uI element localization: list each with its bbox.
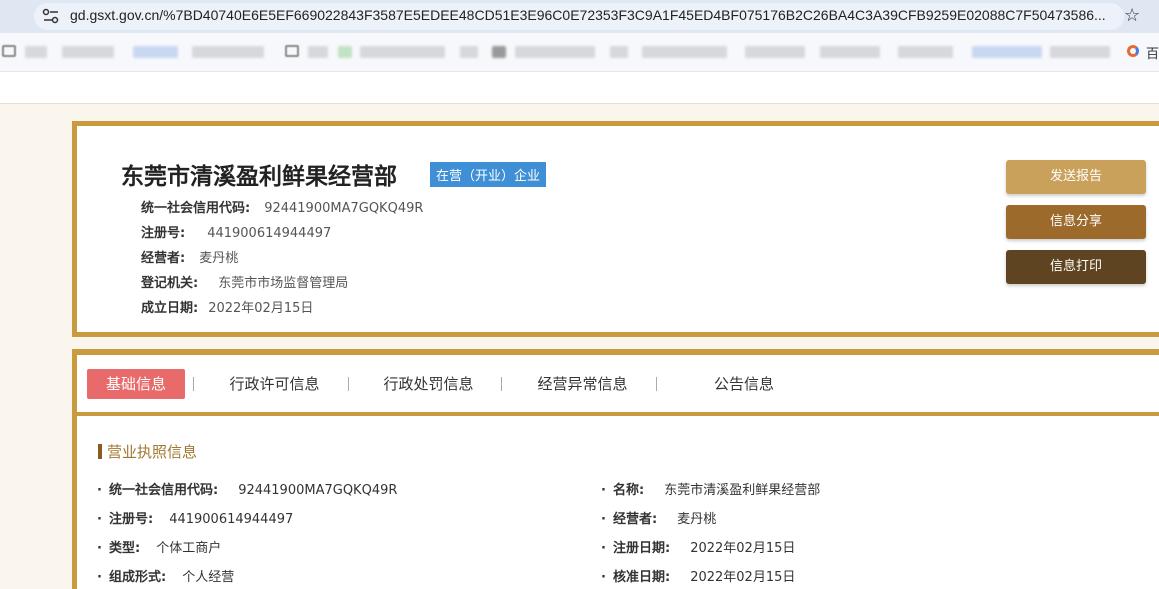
field-value: 麦丹桃	[199, 251, 239, 266]
bookmark-item[interactable]	[460, 46, 478, 58]
field-label: 注册号:	[141, 226, 186, 241]
field-value: 441900614944497	[207, 226, 332, 241]
header-credit-code: 统一社会信用代码: 92441900MA7GQKQ49R	[141, 197, 423, 216]
field-label: 统一社会信用代码:	[141, 201, 251, 216]
bookmark-item[interactable]	[515, 46, 595, 58]
tab-divider	[501, 377, 502, 391]
field-value: 92441900MA7GQKQ49R	[264, 201, 424, 216]
field-label: 类型:	[109, 541, 141, 556]
bookmark-item[interactable]	[62, 46, 114, 58]
bookmark-item[interactable]	[308, 46, 328, 58]
bookmark-right-label[interactable]: 百	[1146, 43, 1159, 62]
tab-divider	[348, 377, 349, 391]
print-info-button[interactable]: 信息打印	[1006, 250, 1146, 284]
bullet-icon: ·	[601, 512, 606, 527]
section-title-text: 营业执照信息	[107, 443, 198, 461]
folder-icon[interactable]	[2, 45, 16, 57]
bookmark-item[interactable]	[360, 46, 445, 58]
bookmark-item[interactable]	[25, 46, 47, 58]
detail-organization-form: · 组成形式: 个人经营	[97, 566, 234, 585]
field-label: 经营者:	[141, 251, 186, 266]
tab-announcement[interactable]: 公告信息	[699, 369, 789, 399]
bookmark-item[interactable]	[820, 46, 880, 58]
field-value: 东莞市市场监督管理局	[218, 276, 349, 291]
field-label: 核准日期:	[613, 570, 671, 585]
field-label: 名称:	[613, 483, 645, 498]
bullet-icon: ·	[97, 512, 102, 527]
field-label: 组成形式:	[109, 570, 167, 585]
detail-card: 基础信息 行政许可信息 行政处罚信息 经营异常信息 公告信息 营业执照信息 · 统…	[72, 349, 1159, 589]
field-label: 登记机关:	[141, 276, 199, 291]
status-badge: 在营（开业）企业	[430, 162, 547, 187]
detail-reg-date: · 注册日期: 2022年02月15日	[601, 537, 795, 556]
field-label: 注册号:	[109, 512, 154, 527]
bullet-icon: ·	[601, 483, 606, 498]
field-value: 92441900MA7GQKQ49R	[238, 483, 398, 498]
detail-credit-code: · 统一社会信用代码: 92441900MA7GQKQ49R	[97, 479, 397, 498]
browser-toolbar: gd.gsxt.gov.cn/%7BD40740E6E5EF669022843F…	[0, 0, 1159, 33]
folder-icon[interactable]	[285, 45, 299, 57]
tab-admin-license[interactable]: 行政许可信息	[217, 369, 332, 399]
site-top-strip	[0, 72, 1159, 104]
field-value: 2022年02月15日	[208, 301, 314, 316]
tab-abnormal-operation[interactable]: 经营异常信息	[525, 369, 640, 399]
send-report-button[interactable]: 发送报告	[1006, 160, 1146, 194]
bullet-icon: ·	[97, 570, 102, 585]
field-label: 统一社会信用代码:	[109, 483, 219, 498]
bookmark-item[interactable]	[745, 46, 805, 58]
header-authority: 登记机关: 东莞市市场监督管理局	[141, 272, 348, 291]
detail-name: · 名称: 东莞市清溪盈利鲜果经营部	[601, 479, 820, 498]
bookmark-star-icon[interactable]: ☆	[1124, 5, 1140, 26]
header-operator: 经营者: 麦丹桃	[141, 247, 238, 266]
field-label: 成立日期:	[141, 301, 199, 316]
tab-basic-info[interactable]: 基础信息	[87, 369, 185, 399]
field-value: 个人经营	[182, 570, 235, 585]
site-settings-icon[interactable]	[42, 8, 60, 24]
tab-divider	[193, 377, 194, 391]
bookmark-item[interactable]	[192, 46, 264, 58]
field-value: 麦丹桃	[677, 512, 717, 527]
field-value: 2022年02月15日	[690, 541, 796, 556]
bookmark-item[interactable]	[610, 46, 628, 58]
detail-type: · 类型: 个体工商户	[97, 537, 221, 556]
company-header-card: 东莞市清溪盈利鲜果经营部 在营（开业）企业 统一社会信用代码: 92441900M…	[72, 121, 1159, 337]
field-value: 东莞市清溪盈利鲜果经营部	[664, 483, 821, 498]
section-title: 营业执照信息	[98, 441, 197, 462]
section-marker	[98, 444, 102, 459]
field-value: 个体工商户	[156, 541, 222, 556]
detail-reg-number: · 注册号: 441900614944497	[97, 508, 293, 527]
field-label: 注册日期:	[613, 541, 671, 556]
field-label: 经营者:	[613, 512, 658, 527]
tab-admin-penalty[interactable]: 行政处罚信息	[371, 369, 486, 399]
tab-divider	[656, 377, 657, 391]
bullet-icon: ·	[601, 570, 606, 585]
header-reg-number: 注册号: 441900614944497	[141, 222, 331, 241]
field-value: 2022年02月15日	[690, 570, 796, 585]
detail-approval-date: · 核准日期: 2022年02月15日	[601, 566, 795, 585]
bookmarks-bar: 百	[0, 33, 1159, 72]
bookmark-item[interactable]	[972, 46, 1042, 58]
company-name: 东莞市清溪盈利鲜果经营部	[121, 164, 397, 190]
bookmark-item[interactable]	[338, 46, 352, 58]
bookmark-item[interactable]	[898, 46, 953, 58]
bookmark-item[interactable]	[1050, 46, 1110, 58]
share-info-button[interactable]: 信息分享	[1006, 205, 1146, 239]
field-value: 441900614944497	[169, 512, 294, 527]
bullet-icon: ·	[97, 483, 102, 498]
bookmark-item[interactable]	[492, 46, 506, 58]
bullet-icon: ·	[97, 541, 102, 556]
bookmark-item[interactable]	[133, 46, 178, 58]
baidu-icon[interactable]	[1127, 45, 1139, 57]
bullet-icon: ·	[601, 541, 606, 556]
tab-bar: 基础信息 行政许可信息 行政处罚信息 经营异常信息 公告信息	[77, 355, 1159, 416]
bookmark-item[interactable]	[642, 46, 727, 58]
detail-operator: · 经营者: 麦丹桃	[601, 508, 716, 527]
header-established-date: 成立日期: 2022年02月15日	[141, 297, 313, 316]
url-text[interactable]: gd.gsxt.gov.cn/%7BD40740E6E5EF669022843F…	[70, 7, 1116, 23]
